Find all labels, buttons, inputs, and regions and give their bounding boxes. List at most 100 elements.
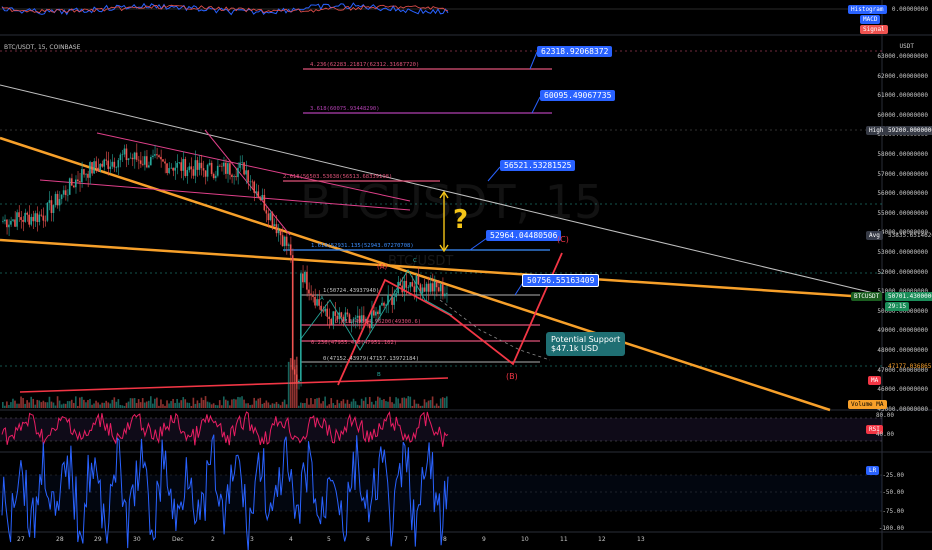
target-callout-60095[interactable]: 60095.49067735 xyxy=(540,90,616,101)
support-line-2: $47.1k USD xyxy=(551,344,599,353)
price-tick: 46000.00000000 xyxy=(877,386,928,394)
ma-badge: MA xyxy=(868,376,882,385)
volume-bar xyxy=(297,405,300,408)
candle-body xyxy=(332,311,335,325)
volume-bar xyxy=(397,398,399,408)
volume-bar xyxy=(123,405,126,408)
volume-bar xyxy=(206,401,209,408)
candle-body xyxy=(281,235,284,247)
volume-bar xyxy=(247,403,249,408)
volume-bar xyxy=(131,398,134,408)
volume-bar xyxy=(419,405,422,408)
candle-body xyxy=(129,157,132,159)
target-callout-50756[interactable]: 50756.55163409 xyxy=(522,274,600,287)
candle-body xyxy=(123,148,126,155)
volume-bar xyxy=(287,361,290,408)
volume-bar xyxy=(302,403,304,408)
price-tick: 60000.00000000 xyxy=(877,111,928,119)
volume-bar xyxy=(204,396,207,408)
candle-body xyxy=(389,294,391,296)
candle-body xyxy=(306,271,308,290)
volume-bar xyxy=(308,404,310,408)
volume-bar xyxy=(295,356,298,408)
volume-bar xyxy=(401,397,403,408)
potential-support-note[interactable]: Potential Support $47.1k USD xyxy=(546,332,626,356)
volume-bar xyxy=(101,402,103,408)
candle-body xyxy=(443,293,446,297)
volume-ma-badge: Volume MA xyxy=(848,400,887,409)
time-tick: 10 xyxy=(521,536,529,543)
volume-bar xyxy=(358,405,361,408)
fib-label-1: 1(50724.43937940) xyxy=(323,288,380,294)
candle-body xyxy=(14,219,16,227)
candle-body xyxy=(413,286,416,293)
target-callout-56521[interactable]: 56521.53281525 xyxy=(500,160,576,171)
volume-bar xyxy=(275,401,278,408)
volume-bar xyxy=(421,405,424,408)
volume-bar xyxy=(93,403,95,408)
candle-body xyxy=(149,156,152,166)
volume-bar xyxy=(259,397,262,408)
candle-body xyxy=(437,287,440,292)
volume-bar xyxy=(381,399,383,408)
volume-bar xyxy=(158,405,160,408)
candle-body xyxy=(239,162,241,168)
candle-body xyxy=(324,308,326,312)
candle-body xyxy=(18,212,20,218)
volume-bar xyxy=(243,399,245,408)
time-tick: 3 xyxy=(250,536,254,543)
volume-bar xyxy=(435,403,438,408)
candle-body xyxy=(152,155,154,157)
target-callout-52964[interactable]: 52964.04480506 xyxy=(486,230,562,241)
volume-bar xyxy=(145,401,148,408)
volume-bar xyxy=(139,402,142,408)
candle-body xyxy=(304,271,306,283)
volume-bar xyxy=(214,404,217,408)
candle-body xyxy=(243,162,245,175)
candle-body xyxy=(83,169,85,175)
avg-label: Avg xyxy=(866,231,883,240)
currency-label: USDT xyxy=(899,43,914,50)
volume-bar xyxy=(273,403,276,408)
candle-body xyxy=(117,160,120,168)
symbol-title[interactable]: BTC/USDT, 15, COINBASE xyxy=(4,44,80,51)
candle-body xyxy=(279,230,282,236)
volume-bar xyxy=(6,401,8,408)
candle-body xyxy=(431,283,434,292)
candle-body xyxy=(356,315,359,318)
candle-body xyxy=(40,214,43,216)
price-chart[interactable]: BTCUSDT, 15 BTC/USDT ? xyxy=(0,0,932,550)
volume-bar xyxy=(38,400,41,408)
candle-body xyxy=(409,282,412,288)
candle-body xyxy=(70,178,73,186)
volume-bar xyxy=(261,403,264,408)
volume-bar xyxy=(196,400,199,408)
volume-bar xyxy=(20,396,22,408)
watermark-main: BTCUSDT, 15 xyxy=(300,175,603,229)
volume-bar xyxy=(143,402,146,408)
volume-bar xyxy=(417,403,420,408)
volume-bar xyxy=(277,403,280,408)
volume-bar xyxy=(281,401,284,408)
candle-body xyxy=(261,194,264,200)
volume-bar xyxy=(56,396,59,408)
candle-body xyxy=(334,311,337,316)
candle-body xyxy=(435,281,438,288)
lr-band xyxy=(0,475,882,511)
volume-bar xyxy=(160,399,162,408)
wave-label-big-c: (C) xyxy=(557,235,569,244)
volume-bar xyxy=(279,405,282,408)
candle-body xyxy=(277,230,280,234)
candle-body xyxy=(137,159,140,161)
candle-body xyxy=(322,310,324,312)
candle-body xyxy=(10,220,12,225)
volume-bar xyxy=(300,402,302,408)
volume-bar xyxy=(399,403,401,408)
candle-body xyxy=(74,179,77,188)
tradingview-chart[interactable]: BTCUSDT, 15 BTC/USDT ? BTC/USDT, 15, COI… xyxy=(0,0,932,550)
candle-body xyxy=(297,380,300,383)
candle-body xyxy=(222,162,225,167)
candle-body xyxy=(164,161,166,164)
candle-body xyxy=(8,224,10,228)
target-callout-62318[interactable]: 62318.92068372 xyxy=(537,46,613,57)
